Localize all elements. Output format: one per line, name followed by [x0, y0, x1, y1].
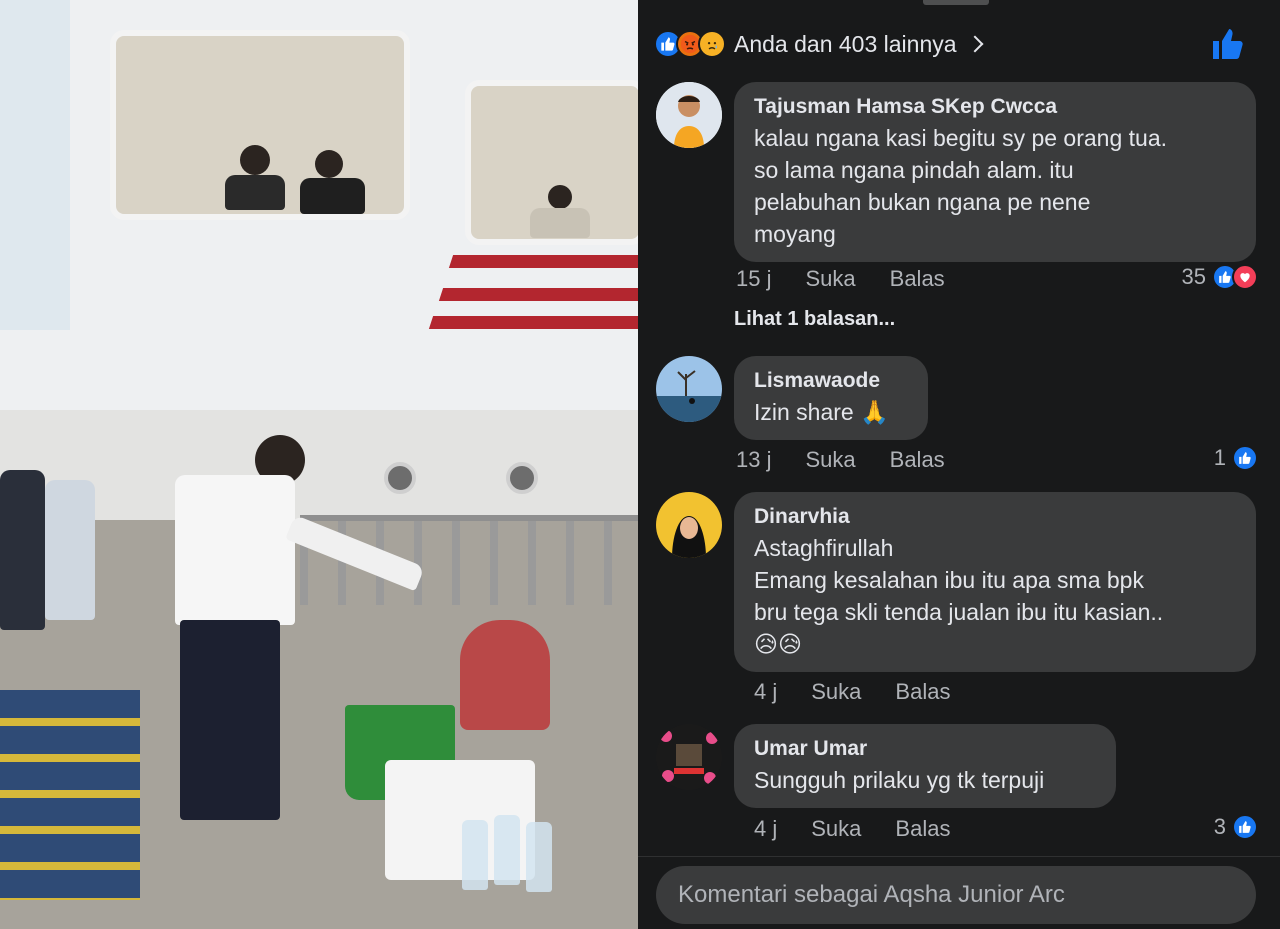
avatar[interactable] [656, 82, 722, 148]
hull-stripe [428, 316, 638, 329]
porthole [384, 462, 416, 494]
comment-author[interactable]: Tajusman Hamsa SKep Cwcca [754, 92, 1236, 122]
reply-comment-button[interactable]: Balas [890, 447, 945, 473]
like-comment-button[interactable]: Suka [805, 266, 855, 292]
comment-text: Izin share 🙏 [754, 399, 889, 425]
like-comment-button[interactable]: Suka [811, 679, 861, 705]
boarding-stairs [0, 690, 140, 900]
hull-stripe [438, 288, 638, 301]
passenger [240, 145, 270, 175]
sky-area [0, 0, 70, 330]
water-bottle [526, 822, 552, 892]
passenger [548, 185, 572, 209]
comment-text: kalau ngana kasi begitu sy pe orang tua.… [754, 125, 1168, 247]
bystander [45, 480, 95, 620]
post-video-frame[interactable] [0, 0, 638, 929]
hull-stripe [448, 255, 638, 268]
comment-bubble[interactable]: Dinarvhia Astaghfirullah Emang kesalahan… [734, 492, 1256, 672]
avatar[interactable] [656, 492, 722, 558]
comment-actions: 13 j Suka Balas [736, 447, 979, 473]
officer-trousers [180, 620, 280, 820]
comment-author[interactable]: Umar Umar [754, 734, 1096, 764]
comment-bubble[interactable]: Lismawaode Izin share 🙏 [734, 356, 928, 440]
ship-hull-lower [0, 410, 638, 520]
thumbs-up-icon [1213, 29, 1243, 59]
comment-reaction-count[interactable]: 3 [1214, 814, 1258, 840]
reply-comment-button[interactable]: Balas [895, 816, 950, 842]
bystander [0, 470, 45, 630]
sheet-handle[interactable] [923, 0, 989, 5]
comment-time: 4 j [754, 679, 778, 704]
passenger [300, 178, 365, 214]
comment-time: 13 j [736, 447, 772, 472]
comment-author[interactable]: Lismawaode [754, 366, 908, 396]
reaction-count: 3 [1213, 814, 1226, 839]
love-icon [1232, 264, 1258, 290]
reply-comment-button[interactable]: Balas [895, 679, 950, 705]
comments-panel: Anda dan 403 lainnya Tajusman Hamsa SKep… [638, 0, 1280, 929]
like-icon [1232, 814, 1258, 840]
chevron-right-icon [966, 35, 984, 53]
reaction-icons [654, 30, 726, 58]
like-comment-button[interactable]: Suka [805, 447, 855, 473]
reply-comment-button[interactable]: Balas [890, 266, 945, 292]
reaction-count: 35 [1181, 264, 1206, 289]
comment-input-placeholder: Komentari sebagai Aqsha Junior Arc [678, 881, 1065, 908]
comment-actions: 4 j Suka Balas [754, 679, 984, 705]
like-button[interactable] [1210, 26, 1246, 67]
officer-uniform [175, 475, 295, 625]
comment-time: 15 j [736, 266, 772, 291]
comment-bubble[interactable]: Tajusman Hamsa SKep Cwcca kalau ngana ka… [734, 82, 1256, 262]
comment-text: Sungguh prilaku yg tk terpuji [754, 767, 1045, 793]
comment-input[interactable]: Komentari sebagai Aqsha Junior Arc [656, 866, 1256, 924]
passenger [315, 150, 343, 178]
view-replies-link[interactable]: Lihat 1 balasan... [734, 308, 895, 331]
reactions-summary-text: Anda dan 403 lainnya [734, 30, 957, 57]
water-bottle [494, 815, 520, 885]
comment-reaction-count[interactable]: 1 [1214, 445, 1258, 471]
water-bottle [462, 820, 488, 890]
passenger [225, 175, 285, 210]
porthole [506, 462, 538, 494]
comment-actions: 4 j Suka Balas [754, 816, 984, 842]
like-icon [1232, 445, 1258, 471]
comment-bubble[interactable]: Umar Umar Sungguh prilaku yg tk terpuji [734, 724, 1116, 808]
avatar[interactable] [656, 724, 722, 790]
comment-time: 4 j [754, 816, 778, 841]
reaction-count: 1 [1213, 445, 1226, 470]
reactions-summary[interactable]: Anda dan 403 lainnya [654, 24, 984, 64]
comment-actions: 15 j Suka Balas [736, 266, 979, 292]
sad-icon [698, 30, 726, 58]
divider [638, 856, 1280, 857]
comment-author[interactable]: Dinarvhia [754, 502, 1236, 532]
comment-reaction-count[interactable]: 35 [1182, 264, 1258, 290]
comment-text: Astaghfirullah Emang kesalahan ibu itu a… [754, 535, 1164, 657]
avatar[interactable] [656, 356, 722, 422]
like-comment-button[interactable]: Suka [811, 816, 861, 842]
vendor [460, 620, 550, 730]
passenger [530, 208, 590, 238]
